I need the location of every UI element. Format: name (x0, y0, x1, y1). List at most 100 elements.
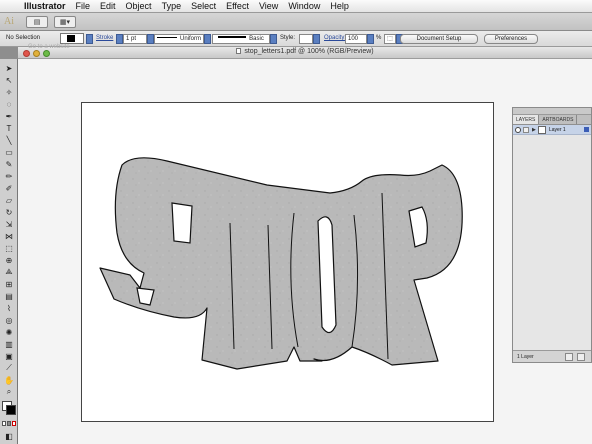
menu-help[interactable]: Help (325, 1, 354, 11)
opacity-dropdown[interactable] (367, 34, 374, 44)
selection-tool-icon[interactable]: ➤ (2, 63, 16, 73)
artboard-tool-icon[interactable]: ▣ (2, 351, 16, 361)
opacity-field[interactable]: 100 (345, 34, 367, 44)
draw-mode-icon[interactable]: ◧ (2, 431, 16, 441)
layers-panel-footer: 1 Layer (513, 350, 591, 362)
shape-builder-tool-icon[interactable]: ⊕ (2, 255, 16, 265)
bridge-button[interactable]: ▤ (26, 15, 48, 28)
stroke-color-icon[interactable] (6, 405, 16, 415)
stroke-weight-stepper[interactable] (116, 34, 123, 44)
stroke-weight-field[interactable]: 1 pt (123, 34, 147, 44)
pen-tool-icon[interactable]: ✒ (2, 111, 16, 121)
menu-window[interactable]: Window (283, 1, 325, 11)
gradient-tool-icon[interactable]: ▤ (2, 291, 16, 301)
fill-dropdown-arrow[interactable] (86, 34, 93, 44)
panel-drag-bar[interactable] (513, 108, 591, 115)
new-layer-icon[interactable] (565, 353, 573, 361)
document-title: stop_letters1.pdf @ 100% (RGB/Preview) (18, 48, 592, 55)
stop-artwork[interactable] (82, 103, 495, 423)
line-tool-icon[interactable]: ╲ (2, 135, 16, 145)
document-titlebar: Go to a website stop_letters1.pdf @ 100%… (18, 44, 592, 59)
stroke-link[interactable]: Stroke (96, 35, 113, 41)
expand-triangle-icon[interactable]: ▶ (532, 127, 536, 133)
document-window: Go to a website stop_letters1.pdf @ 100%… (18, 44, 592, 444)
control-bar: No Selection Stroke 1 pt Uniform Basic S… (0, 31, 592, 47)
brush-line-icon (218, 36, 247, 38)
symbol-sprayer-tool-icon[interactable]: ✺ (2, 327, 16, 337)
color-mode-icon[interactable] (2, 421, 6, 426)
illustrator-screen: { "menubar": { "apple": "", "app_name": … (0, 0, 592, 444)
menu-file[interactable]: File (71, 1, 96, 11)
rotate-tool-icon[interactable]: ↻ (2, 207, 16, 217)
brush-dropdown[interactable] (270, 34, 277, 44)
canvas-area[interactable] (18, 59, 592, 444)
type-tool-icon[interactable]: T (2, 123, 16, 133)
slice-tool-icon[interactable]: ⟋ (2, 363, 16, 373)
scale-tool-icon[interactable]: ⇲ (2, 219, 16, 229)
none-mode-icon[interactable] (12, 421, 16, 426)
graph-tool-icon[interactable]: ▥ (2, 339, 16, 349)
menu-object[interactable]: Object (121, 1, 157, 11)
menu-effect[interactable]: Effect (221, 1, 254, 11)
application-bar: Ai ▤ ▦▾ (0, 13, 592, 31)
arrange-documents-button[interactable]: ▦▾ (54, 15, 76, 28)
layer-row[interactable]: ▶ Layer 1 (513, 125, 591, 135)
graphic-style-swatch[interactable] (299, 34, 313, 44)
basic-label: Basic (249, 36, 264, 42)
preferences-button[interactable]: Preferences (484, 34, 538, 44)
free-transform-tool-icon[interactable]: ⬚ (2, 243, 16, 253)
zoom-tool-icon[interactable]: ⌕ (2, 387, 16, 397)
selection-status: No Selection (6, 35, 41, 41)
layers-panel: LAYERS ARTBOARDS ▶ Layer 1 1 Layer (512, 107, 592, 363)
perspective-grid-tool-icon[interactable]: ⟁ (2, 267, 16, 277)
menu-type[interactable]: Type (157, 1, 187, 11)
magic-wand-tool-icon[interactable]: ✧ (2, 87, 16, 97)
direct-selection-tool-icon[interactable]: ↖ (2, 75, 16, 85)
gradient-mode-icon[interactable] (7, 421, 11, 426)
artboard[interactable] (81, 102, 494, 422)
brush-definition[interactable]: Basic (212, 34, 270, 44)
layer-thumbnail (538, 126, 546, 134)
profile-line-icon (156, 37, 177, 38)
style-label: Style: (280, 35, 296, 41)
layer-name[interactable]: Layer 1 (549, 127, 566, 133)
layer-selection-indicator[interactable] (584, 127, 589, 132)
style-dropdown[interactable] (313, 34, 320, 44)
document-setup-button[interactable]: Document Setup (400, 34, 478, 44)
menu-edit[interactable]: Edit (95, 1, 121, 11)
menu-select[interactable]: Select (186, 1, 221, 11)
lasso-tool-icon[interactable]: ◌ (2, 99, 16, 109)
pdf-document-icon (236, 48, 242, 54)
hand-tool-icon[interactable]: ✋ (2, 375, 16, 385)
tab-layers[interactable]: LAYERS (513, 115, 540, 124)
paintbrush-tool-icon[interactable]: ✎ (2, 159, 16, 169)
blend-tool-icon[interactable]: ◎ (2, 315, 16, 325)
width-tool-icon[interactable]: ⋈ (2, 231, 16, 241)
rectangle-tool-icon[interactable]: ▭ (2, 147, 16, 157)
eraser-tool-icon[interactable]: ▱ (2, 195, 16, 205)
menu-app-name[interactable]: Illustrator (22, 1, 71, 11)
menu-view[interactable]: View (254, 1, 283, 11)
tab-artboards[interactable]: ARTBOARDS (539, 115, 578, 124)
stroke-weight-dropdown[interactable] (147, 34, 154, 44)
delete-layer-icon[interactable] (577, 353, 585, 361)
pencil-tool-icon[interactable]: ✏ (2, 171, 16, 181)
uniform-label: Uniform (179, 36, 201, 42)
opacity-link[interactable]: Opacity: (324, 35, 346, 41)
lock-toggle-icon[interactable] (523, 127, 529, 133)
illustrator-logo: Ai (4, 16, 14, 27)
eyedropper-tool-icon[interactable]: ⌇ (2, 303, 16, 313)
letter-s-counter-top (171, 202, 193, 244)
fill-color-chip (67, 35, 75, 42)
profile-dropdown[interactable] (204, 34, 211, 44)
layers-panel-tabs: LAYERS ARTBOARDS (513, 115, 591, 125)
color-mode-buttons (2, 421, 16, 426)
menu-bar: Illustrator File Edit Object Type Select… (0, 0, 592, 13)
stop-letters-outline (99, 157, 463, 370)
select-similar-button[interactable]: ⬚ (384, 34, 396, 44)
fill-swatch[interactable] (60, 33, 84, 44)
visibility-eye-icon[interactable] (515, 127, 521, 133)
blob-brush-tool-icon[interactable]: ✐ (2, 183, 16, 193)
variable-width-profile[interactable]: Uniform (154, 34, 204, 44)
mesh-tool-icon[interactable]: ⊞ (2, 279, 16, 289)
